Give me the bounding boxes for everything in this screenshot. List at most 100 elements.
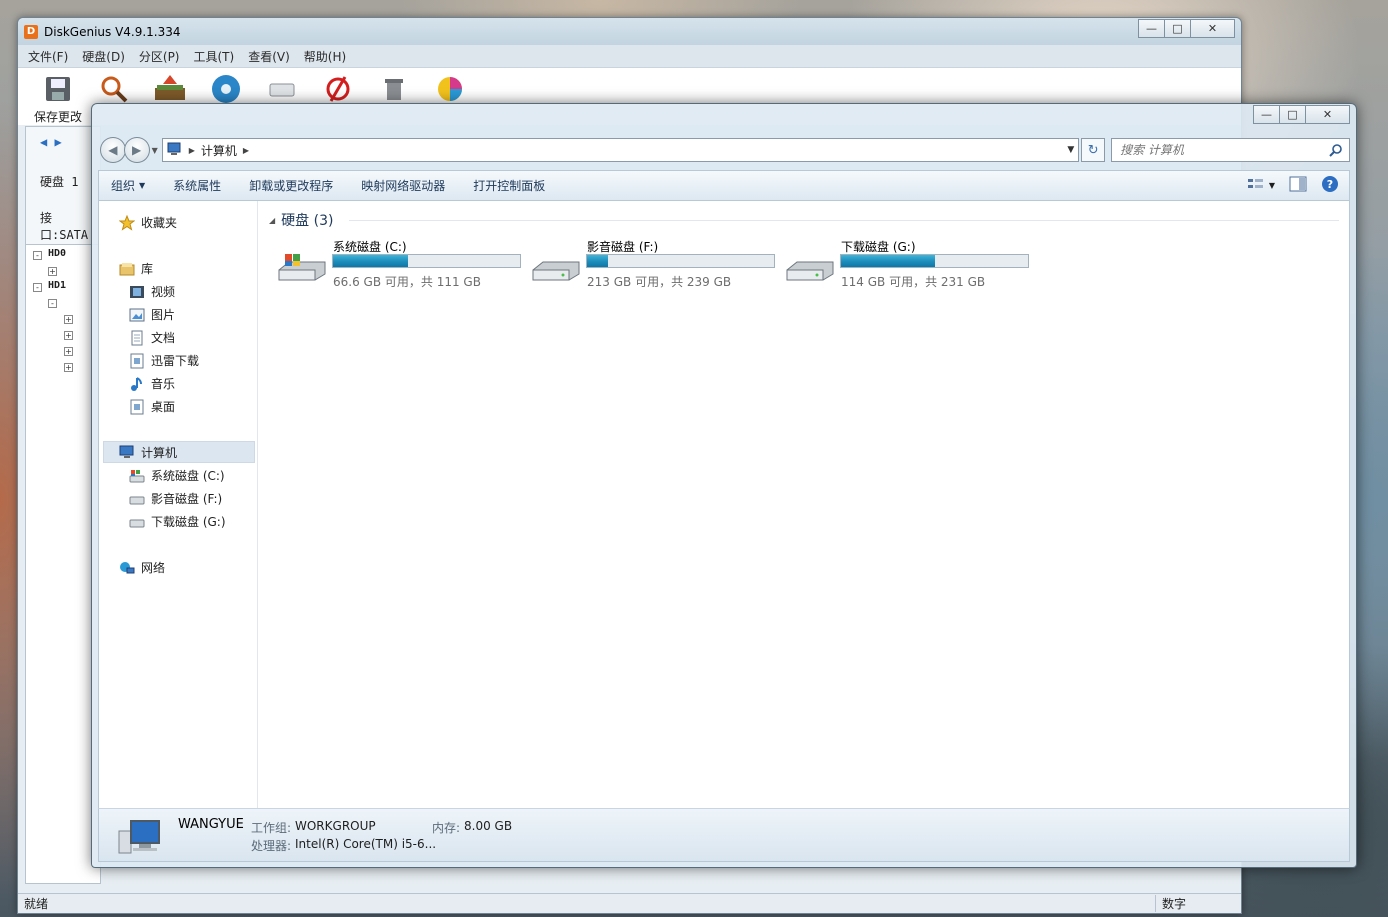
quick-partition-button[interactable] bbox=[198, 72, 254, 106]
content-pane[interactable]: ◢ 硬盘 (3) 系统磁盘 (C:) 66.6 GB 可用，共 111 GB 影… bbox=[259, 201, 1349, 808]
drive-tile-g[interactable]: 下载磁盘 (G:) 114 GB 可用，共 231 GB bbox=[785, 238, 1035, 289]
nav-arrows[interactable]: ◀ ▶ bbox=[40, 135, 62, 149]
preview-pane-button[interactable] bbox=[1289, 176, 1307, 195]
menu-file[interactable]: 文件(F) bbox=[28, 48, 68, 65]
back-button[interactable]: ◀ bbox=[100, 137, 126, 163]
minimize-button[interactable]: — bbox=[1138, 19, 1165, 38]
refresh-button[interactable]: ↻ bbox=[1081, 138, 1106, 162]
search-partition-button[interactable] bbox=[86, 72, 142, 106]
tree-expander[interactable]: + bbox=[48, 267, 57, 276]
explorer-window[interactable]: — □ ✕ ◀ ▶ ▼ ▶ 计算机 ▶ ▼ ↻ 组织▼ 系统属性 卸载或更改程序 bbox=[91, 103, 1357, 868]
breadcrumb-separator-icon[interactable]: ▶ bbox=[243, 146, 249, 155]
menu-partition[interactable]: 分区(P) bbox=[139, 48, 180, 65]
forward-button[interactable]: ▶ bbox=[123, 137, 150, 163]
refresh-icon: ↻ bbox=[1087, 142, 1099, 158]
nav-drive-c[interactable]: 系统磁盘 (C:) bbox=[129, 467, 225, 484]
nav-library-pictures-label: 图片 bbox=[151, 308, 176, 322]
explorer-minimize-button[interactable]: — bbox=[1253, 105, 1280, 124]
menu-help[interactable]: 帮助(H) bbox=[304, 48, 346, 65]
search-input[interactable] bbox=[1120, 143, 1321, 157]
menu-tools[interactable]: 工具(T) bbox=[194, 48, 235, 65]
system-properties-button[interactable]: 系统属性 bbox=[173, 177, 221, 194]
music-note-icon bbox=[129, 376, 145, 392]
drive-c-usage-bar bbox=[332, 254, 521, 268]
drive-tile-c[interactable]: 系统磁盘 (C:) 66.6 GB 可用，共 111 GB bbox=[277, 238, 527, 289]
nav-library-music[interactable]: 音乐 bbox=[129, 375, 175, 392]
disk-info-panel: ◀ ▶ 硬盘 1 接口:SATA bbox=[25, 126, 101, 252]
help-button[interactable]: ? bbox=[1321, 175, 1339, 196]
tree-expander[interactable]: + bbox=[64, 363, 73, 372]
map-network-drive-button[interactable]: 映射网络驱动器 bbox=[361, 177, 445, 194]
change-view-button[interactable]: ▼ bbox=[1247, 177, 1275, 194]
drive-c-free-space: 66.6 GB 可用，共 111 GB bbox=[333, 275, 481, 289]
navigation-pane[interactable]: 收藏夹 库 视频 图片 文档 迅雷下载 音乐 桌面 计算机 系统磁盘 (C:) … bbox=[99, 201, 258, 808]
preview-pane-icon bbox=[1289, 176, 1307, 195]
new-partition-button[interactable] bbox=[254, 72, 310, 106]
save-changes-button[interactable]: 保存更改 bbox=[30, 72, 86, 125]
nav-library-documents[interactable]: 文档 bbox=[129, 329, 175, 346]
drive-icon bbox=[265, 72, 299, 106]
tree-expander[interactable]: - bbox=[48, 299, 57, 308]
close-button[interactable]: ✕ bbox=[1190, 19, 1235, 38]
explorer-titlebar[interactable]: — □ ✕ bbox=[92, 104, 1356, 131]
collapse-triangle-icon[interactable]: ◢ bbox=[269, 216, 275, 225]
hard-disks-group-header[interactable]: ◢ 硬盘 (3) bbox=[269, 210, 333, 230]
pictures-library-icon bbox=[129, 307, 145, 323]
search-icon[interactable] bbox=[1329, 143, 1343, 160]
arrow-right-icon[interactable]: ▶ bbox=[54, 135, 61, 149]
search-box[interactable] bbox=[1111, 138, 1350, 162]
address-dropdown-icon[interactable]: ▼ bbox=[1067, 145, 1074, 155]
nav-library-music-label: 音乐 bbox=[151, 377, 176, 391]
diskgenius-statusbar: 就绪 数字 bbox=[18, 893, 1241, 913]
menu-view[interactable]: 查看(V) bbox=[248, 48, 290, 65]
nav-favorites[interactable]: 收藏夹 bbox=[119, 214, 177, 231]
chevron-down-icon: ▼ bbox=[139, 181, 146, 190]
maximize-button[interactable]: □ bbox=[1164, 19, 1191, 38]
menu-disk[interactable]: 硬盘(D) bbox=[82, 48, 125, 65]
tree-expander[interactable]: + bbox=[64, 331, 73, 340]
tree-expander[interactable]: - bbox=[33, 283, 42, 292]
tree-expander[interactable]: + bbox=[64, 347, 73, 356]
tree-expander[interactable]: + bbox=[64, 315, 73, 324]
nav-library-desktop[interactable]: 桌面 bbox=[129, 398, 175, 415]
nav-drive-f-label: 影音磁盘 (F:) bbox=[151, 492, 223, 506]
nav-drive-f[interactable]: 影音磁盘 (F:) bbox=[129, 490, 222, 507]
memory-value: 8.00 GB bbox=[464, 819, 513, 833]
format-button[interactable] bbox=[310, 72, 366, 106]
backup-partition-button[interactable] bbox=[422, 72, 478, 106]
status-numlock: 数字 bbox=[1154, 895, 1186, 912]
restore-button[interactable] bbox=[142, 72, 198, 106]
drive-f-name: 影音磁盘 (F:) bbox=[587, 240, 659, 254]
disk-tree[interactable]: - HD0 + - HD1 - + + + + bbox=[25, 244, 101, 884]
nav-library-videos[interactable]: 视频 bbox=[129, 283, 175, 300]
arrow-left-icon[interactable]: ◀ bbox=[40, 135, 47, 149]
nav-drive-g-label: 下载磁盘 (G:) bbox=[151, 515, 226, 529]
recent-pages-dropdown-icon[interactable]: ▼ bbox=[152, 146, 158, 155]
drive-g-free-space: 114 GB 可用，共 231 GB bbox=[841, 275, 986, 289]
nav-libraries[interactable]: 库 bbox=[119, 260, 153, 277]
organize-button[interactable]: 组织 ▼ bbox=[111, 177, 145, 194]
tree-node-hd1[interactable]: HD1 bbox=[48, 280, 66, 291]
chevron-down-icon: ▼ bbox=[1268, 181, 1275, 190]
nav-network[interactable]: 网络 bbox=[119, 559, 165, 576]
nav-library-pictures[interactable]: 图片 bbox=[129, 306, 175, 323]
nav-computer[interactable]: 计算机 bbox=[103, 441, 255, 463]
status-ready: 就绪 bbox=[24, 897, 49, 911]
explorer-maximize-button[interactable]: □ bbox=[1279, 105, 1306, 124]
tree-node-hd0[interactable]: HD0 bbox=[48, 248, 66, 259]
breadcrumb-computer[interactable]: 计算机 bbox=[201, 142, 237, 159]
drive-tile-f[interactable]: 影音磁盘 (F:) 213 GB 可用，共 239 GB bbox=[531, 238, 781, 289]
explorer-close-button[interactable]: ✕ bbox=[1305, 105, 1350, 124]
address-bar[interactable]: ▶ 计算机 ▶ ▼ bbox=[161, 138, 1080, 162]
disk-globe-icon bbox=[209, 72, 243, 106]
open-control-panel-button[interactable]: 打开控制面板 bbox=[473, 177, 545, 194]
breadcrumb-separator-icon[interactable]: ▶ bbox=[189, 146, 195, 155]
uninstall-program-button[interactable]: 卸载或更改程序 bbox=[249, 177, 333, 194]
nav-library-thunder-downloads[interactable]: 迅雷下载 bbox=[129, 352, 199, 369]
tree-expander[interactable]: - bbox=[33, 251, 42, 260]
organize-label: 组织 bbox=[111, 179, 136, 193]
delete-partition-button[interactable] bbox=[366, 72, 422, 106]
diskgenius-titlebar[interactable]: D DiskGenius V4.9.1.334 — □ ✕ bbox=[18, 18, 1241, 45]
nav-drive-g[interactable]: 下载磁盘 (G:) bbox=[129, 513, 226, 530]
drive-icon bbox=[531, 252, 581, 285]
